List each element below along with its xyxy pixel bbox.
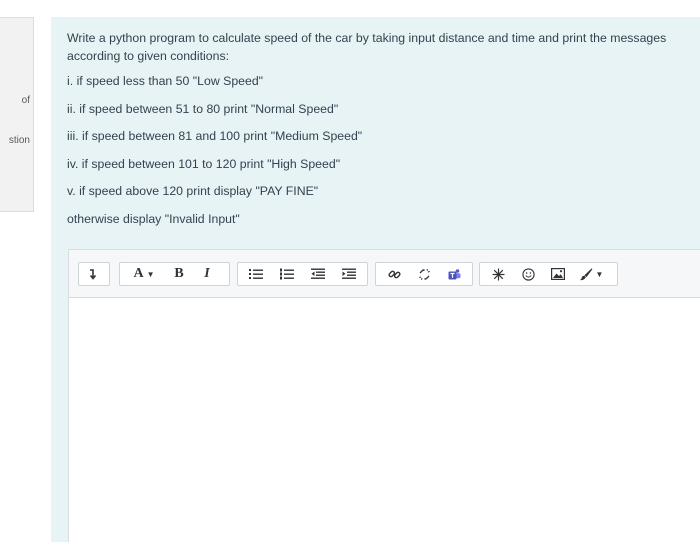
condition-item: iv. if speed between 101 to 120 print "H… xyxy=(67,156,341,171)
font-color-button[interactable]: A ▼ xyxy=(123,264,165,284)
brush-icon xyxy=(579,267,593,281)
condition-item: i. if speed less than 50 "Low Speed" xyxy=(67,74,264,88)
condition-item: otherwise display "Invalid Input" xyxy=(67,211,240,226)
condition-item: v. if speed above 120 print display "PAY… xyxy=(67,184,319,199)
ordered-list-button[interactable] xyxy=(272,264,303,284)
toolbar-group-format: A ▼ B I xyxy=(119,262,230,286)
question-intro: Write a python program to calculate spee… xyxy=(67,31,667,63)
chevron-down-icon: ▼ xyxy=(146,269,155,279)
bold-icon: B xyxy=(174,266,184,281)
font-color-icon: A xyxy=(133,266,144,281)
answer-editor: A ▼ B I ▼ xyxy=(68,249,700,542)
brush-button[interactable]: ▼ xyxy=(573,264,609,284)
toolbar-group-insert: ▼ xyxy=(479,262,618,286)
link-icon xyxy=(387,268,401,281)
question-info-text: of xyxy=(21,95,30,106)
link-button[interactable] xyxy=(379,264,409,284)
toolbar-group-lists xyxy=(237,262,368,286)
emoji-button[interactable] xyxy=(513,264,543,284)
unlink-icon xyxy=(418,268,431,281)
image-icon xyxy=(551,268,565,280)
toolbar-group-toggle xyxy=(78,262,110,286)
flag-question-link[interactable]: stion xyxy=(9,135,30,146)
ordered-list-icon xyxy=(280,268,295,280)
italic-button[interactable]: I xyxy=(193,264,221,284)
indent-button[interactable] xyxy=(333,264,364,284)
unordered-list-button[interactable] xyxy=(241,264,272,284)
editor-toolbar: A ▼ B I ▼ xyxy=(69,250,700,298)
toggle-toolbar-icon xyxy=(87,268,97,280)
outdent-icon xyxy=(310,268,325,280)
image-button[interactable] xyxy=(543,264,573,284)
chevron-down-icon: ▼ xyxy=(595,269,604,279)
unordered-list-icon xyxy=(249,268,264,280)
answer-text-area[interactable] xyxy=(69,298,700,542)
indent-icon xyxy=(341,268,356,280)
bold-button[interactable]: B xyxy=(165,264,193,284)
unlink-button[interactable] xyxy=(409,264,439,284)
outdent-button[interactable] xyxy=(303,264,334,284)
question-card: Write a python program to calculate spee… xyxy=(51,17,700,542)
condition-item: iii. if speed between 81 and 100 print "… xyxy=(67,129,363,144)
teams-icon xyxy=(448,268,461,281)
emoji-icon xyxy=(521,267,535,281)
question-text: Write a python program to calculate spee… xyxy=(67,29,687,238)
condition-item: ii. if speed between 51 to 80 print "Nor… xyxy=(67,101,339,116)
question-info-panel: of stion xyxy=(0,17,34,212)
toggle-toolbar-button[interactable] xyxy=(82,264,101,284)
snowflake-button[interactable] xyxy=(483,264,513,284)
teams-button[interactable] xyxy=(439,264,469,284)
snowflake-icon xyxy=(492,268,505,281)
toolbar-group-links xyxy=(375,262,473,286)
page: of stion Write a python program to calcu… xyxy=(0,0,700,542)
italic-icon: I xyxy=(204,266,210,281)
